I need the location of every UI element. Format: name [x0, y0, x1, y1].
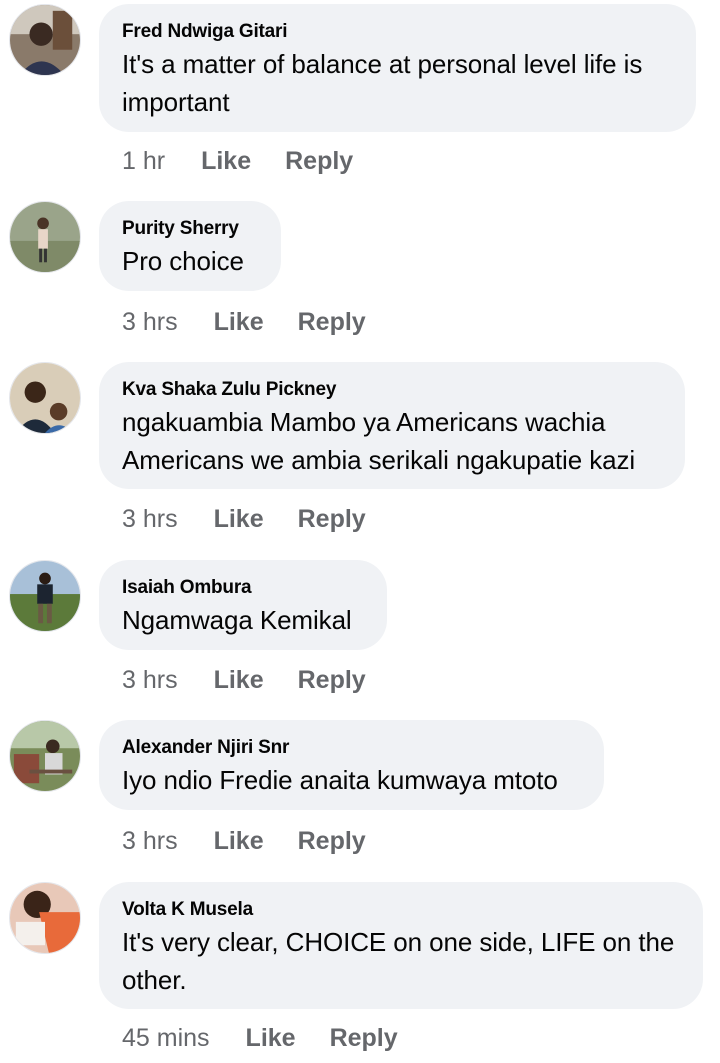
- profile-photo-icon: [10, 883, 80, 953]
- comment-timestamp[interactable]: 1 hr: [122, 147, 165, 176]
- avatar[interactable]: [9, 4, 81, 76]
- comment-text: It's a matter of balance at personal lev…: [122, 49, 643, 117]
- like-button[interactable]: Like: [214, 308, 264, 337]
- comment-text: It's very clear, CHOICE on one side, LIF…: [122, 927, 675, 995]
- comment-bubble: Alexander Njiri Snr Iyo ndio Fredie anai…: [99, 720, 604, 810]
- comment-author[interactable]: Fred Ndwiga Gitari: [122, 21, 672, 43]
- profile-photo-icon: [10, 5, 80, 75]
- comment-actions: 3 hrs Like Reply: [122, 302, 366, 342]
- profile-photo-icon: [10, 202, 80, 272]
- comment-timestamp[interactable]: 3 hrs: [122, 666, 178, 695]
- comment-actions: 45 mins Like Reply: [122, 1018, 398, 1058]
- profile-photo-icon: [10, 561, 80, 631]
- reply-button[interactable]: Reply: [298, 827, 366, 856]
- comment-author[interactable]: Volta K Musela: [122, 899, 679, 921]
- comment-bubble: Volta K Musela It's very clear, CHOICE o…: [99, 882, 703, 1009]
- profile-photo-icon: [10, 721, 80, 791]
- comment-timestamp[interactable]: 3 hrs: [122, 505, 178, 534]
- comment-author[interactable]: Alexander Njiri Snr: [122, 737, 580, 759]
- reply-button[interactable]: Reply: [285, 147, 353, 176]
- reply-button[interactable]: Reply: [298, 505, 366, 534]
- comment-author[interactable]: Kva Shaka Zulu Pickney: [122, 379, 661, 401]
- avatar[interactable]: [9, 201, 81, 273]
- comment-bubble: Isaiah Ombura Ngamwaga Kemikal: [99, 560, 387, 650]
- comment-timestamp[interactable]: 45 mins: [122, 1024, 210, 1053]
- profile-photo-icon: [10, 363, 80, 433]
- like-button[interactable]: Like: [214, 666, 264, 695]
- avatar[interactable]: [9, 720, 81, 792]
- comment-actions: 3 hrs Like Reply: [122, 499, 366, 539]
- avatar[interactable]: [9, 560, 81, 632]
- like-button[interactable]: Like: [214, 827, 264, 856]
- avatar[interactable]: [9, 362, 81, 434]
- comment-bubble: Kva Shaka Zulu Pickney ngakuambia Mambo …: [99, 362, 685, 489]
- comment-text: ngakuambia Mambo ya Americans wachia Ame…: [122, 407, 636, 475]
- like-button[interactable]: Like: [214, 505, 264, 534]
- comment-timestamp[interactable]: 3 hrs: [122, 827, 178, 856]
- comment-bubble: Fred Ndwiga Gitari It's a matter of bala…: [99, 4, 696, 132]
- comment-text: Ngamwaga Kemikal: [122, 605, 352, 635]
- comment-actions: 1 hr Like Reply: [122, 141, 353, 181]
- reply-button[interactable]: Reply: [298, 666, 366, 695]
- comment-bubble: Purity Sherry Pro choice: [99, 201, 281, 291]
- comment-timestamp[interactable]: 3 hrs: [122, 308, 178, 337]
- comment-author[interactable]: Purity Sherry: [122, 218, 257, 240]
- comment-actions: 3 hrs Like Reply: [122, 821, 366, 861]
- like-button[interactable]: Like: [201, 147, 251, 176]
- comment-actions: 3 hrs Like Reply: [122, 660, 366, 700]
- avatar[interactable]: [9, 882, 81, 954]
- reply-button[interactable]: Reply: [330, 1024, 398, 1053]
- comment-author[interactable]: Isaiah Ombura: [122, 577, 363, 599]
- like-button[interactable]: Like: [246, 1024, 296, 1053]
- comment-text: Pro choice: [122, 246, 244, 276]
- reply-button[interactable]: Reply: [298, 308, 366, 337]
- comment-text: Iyo ndio Fredie anaita kumwaya mtoto: [122, 765, 558, 795]
